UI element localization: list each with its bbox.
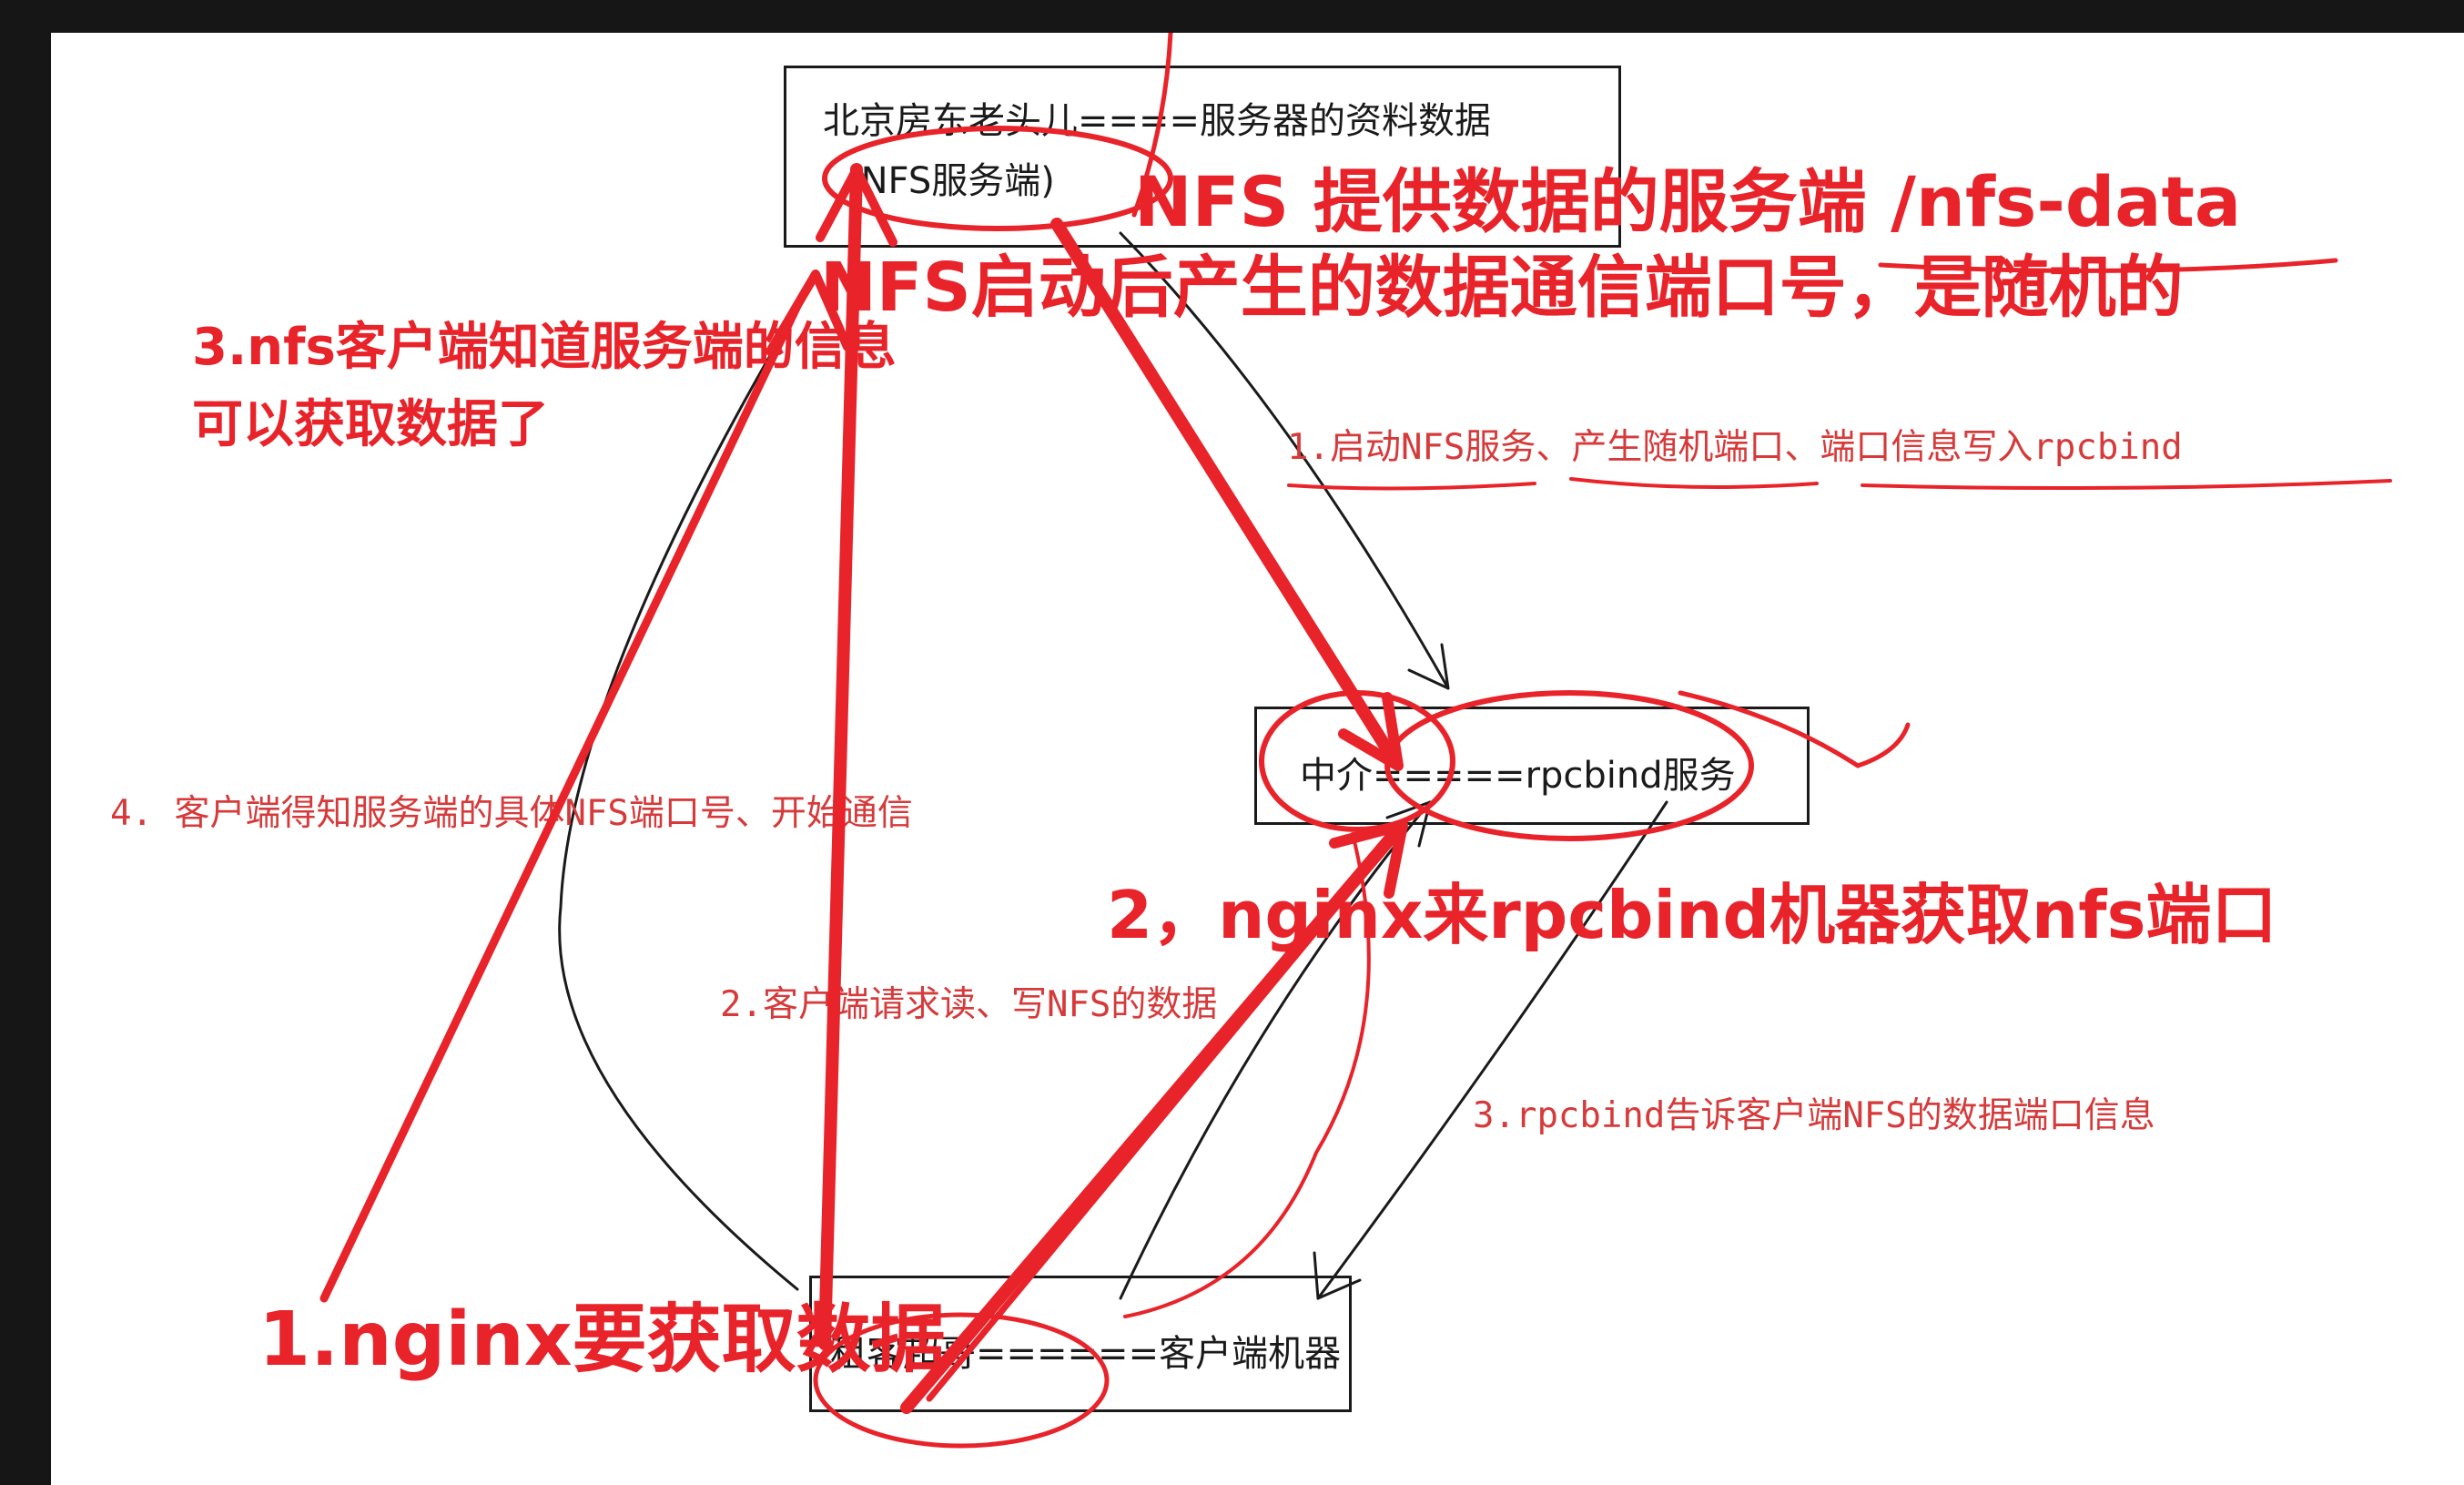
diagram-canvas: 北京房东老头儿====服务器的资料数据 (NFS服务端) 中介=====rpcb… xyxy=(51,33,2464,1485)
red-arrow-client-to-server-2 xyxy=(319,301,802,1303)
circle-rpcbind-service xyxy=(1384,690,1754,841)
red-arrow-client-to-rpcbind xyxy=(900,823,1404,1414)
red-annotation-strokes xyxy=(319,33,2392,1449)
